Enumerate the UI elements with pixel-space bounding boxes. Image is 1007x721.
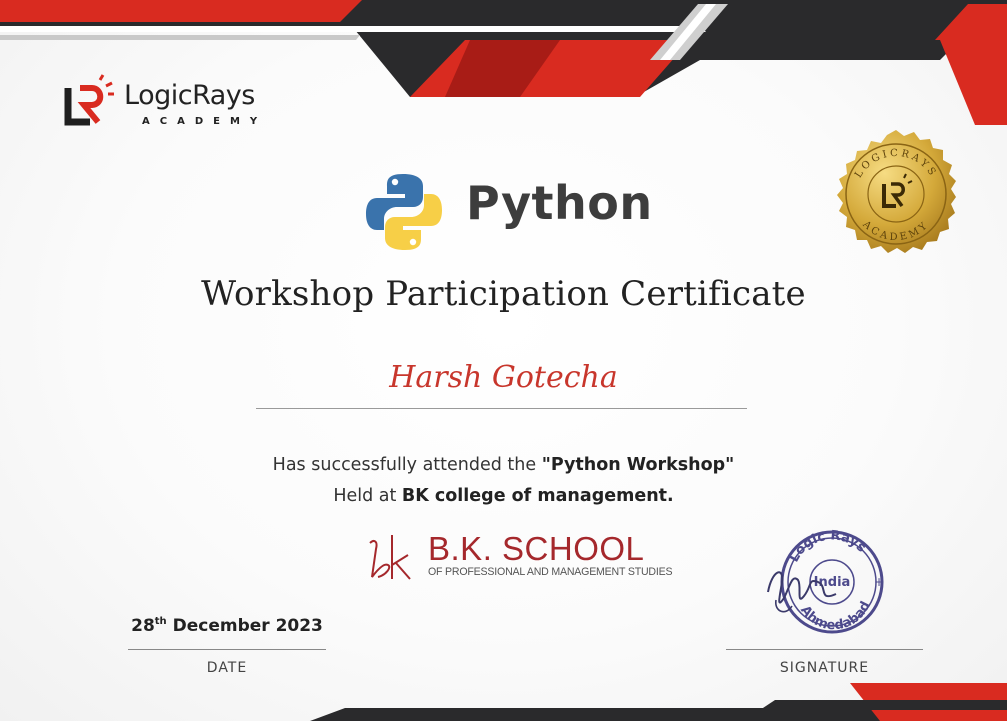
venue-prefix: Held at <box>333 486 402 506</box>
signature-line <box>726 649 923 650</box>
date-line <box>128 649 326 650</box>
certificate: LogicRays ACADEMY Python LOGICRAYS ACADE… <box>0 0 1007 721</box>
gold-seal-icon: LOGICRAYS ACADEMY <box>837 130 956 253</box>
logicrays-mark-icon <box>64 74 114 126</box>
attendance-prefix: Has successfully attended the <box>272 455 542 475</box>
logo-brand-name: LogicRays <box>124 80 255 111</box>
venue-statement: Held at BK college of management. <box>0 486 1007 506</box>
signature-stamp-icon: Logic Rays Ahmedabad India + <box>767 528 884 634</box>
recipient-name: Harsh Gotecha <box>389 360 618 395</box>
attendance-statement: Has successfully attended the "Python Wo… <box>0 455 1007 475</box>
stamp-text-top: Logic Rays <box>787 528 869 565</box>
bk-school-mark-icon <box>369 535 411 580</box>
certificate-title: Workshop Participation Certificate <box>201 274 806 314</box>
logo-brand-sub: ACADEMY <box>142 116 268 127</box>
venue-name: BK college of management. <box>401 486 674 506</box>
date-suffix: th <box>154 616 167 627</box>
institution-subtitle: OF PROFESSIONAL AND MANAGEMENT STUDIES <box>428 566 673 578</box>
svg-text:Logic Rays: Logic Rays <box>787 528 869 565</box>
recipient-underline <box>256 408 747 409</box>
date-rest: December 2023 <box>166 616 323 636</box>
svg-text:+: + <box>874 575 884 589</box>
institution-name: B.K. SCHOOL <box>428 530 645 567</box>
date-day: 28 <box>131 616 155 636</box>
signature-label: SIGNATURE <box>779 660 870 676</box>
event-name: "Python Workshop" <box>541 455 735 475</box>
date-label: DATE <box>206 660 248 676</box>
certificate-date: 28th December 2023 <box>128 616 326 636</box>
logicrays-logo: LogicRays ACADEMY <box>62 74 292 134</box>
python-logo-icon <box>366 174 442 250</box>
course-name: Python <box>466 176 653 230</box>
